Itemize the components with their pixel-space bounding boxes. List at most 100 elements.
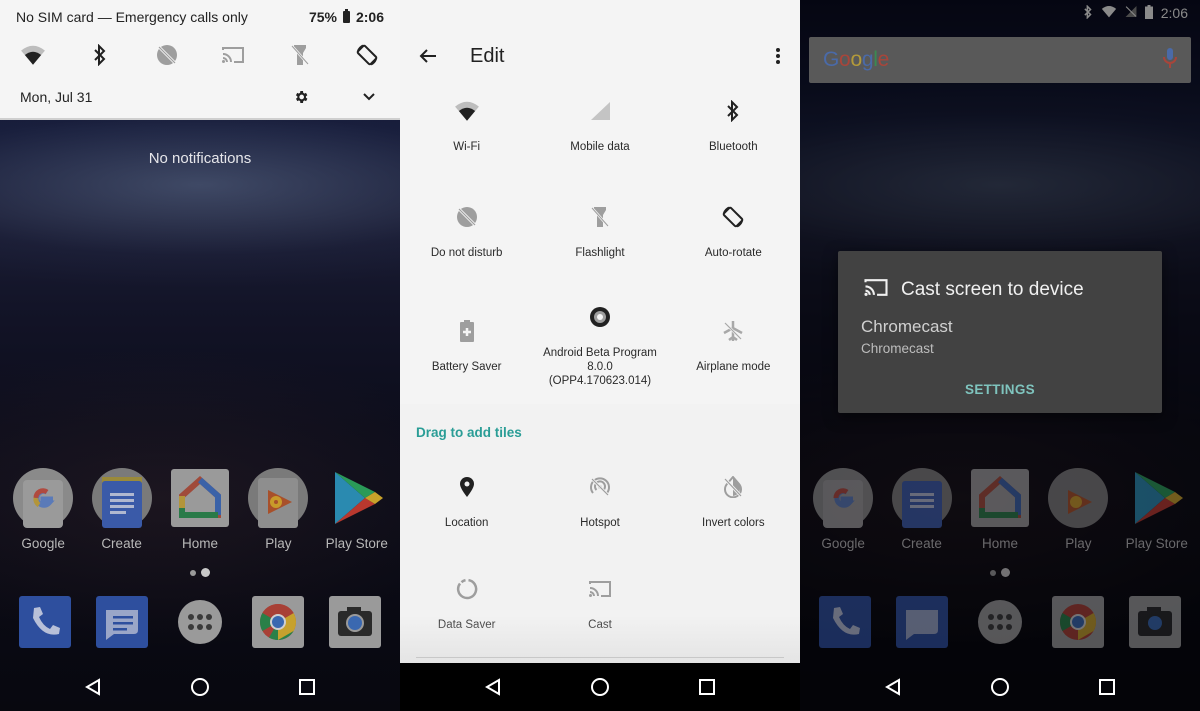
cast-icon[interactable] bbox=[218, 40, 248, 70]
device-subtitle: Chromecast bbox=[861, 341, 934, 356]
tile-hotspot[interactable]: Hotspot bbox=[533, 472, 666, 574]
navigation-bar bbox=[400, 663, 800, 711]
airplane-icon bbox=[718, 316, 748, 346]
tile-do-not-disturb[interactable]: Do not disturb bbox=[400, 202, 533, 308]
bluetooth-icon[interactable] bbox=[85, 40, 115, 70]
device-name[interactable]: Chromecast bbox=[861, 317, 953, 337]
beta-program-icon bbox=[585, 302, 615, 332]
play-folder-icon bbox=[248, 468, 309, 528]
google-logo: Google bbox=[823, 48, 889, 71]
app-play-store[interactable]: Play Store bbox=[318, 468, 396, 551]
active-tiles-grid: Wi-Fi Mobile data Bluetooth Do not distu… bbox=[400, 96, 800, 414]
wifi-icon bbox=[1101, 5, 1117, 21]
app-label: Home bbox=[181, 536, 218, 551]
dialog-header: Cast screen to device bbox=[863, 277, 1084, 303]
app-home[interactable]: Home bbox=[161, 468, 239, 551]
app-google[interactable]: Google bbox=[4, 468, 82, 551]
more-vert-icon[interactable] bbox=[758, 36, 798, 76]
page-dot-active bbox=[1001, 568, 1010, 577]
tile-location[interactable]: Location bbox=[400, 472, 533, 574]
chrome-icon bbox=[1051, 596, 1104, 648]
messages-icon[interactable] bbox=[96, 596, 149, 648]
home-nav-icon[interactable] bbox=[180, 667, 220, 707]
recents-nav-icon[interactable] bbox=[287, 667, 327, 707]
app-play[interactable]: Play bbox=[239, 468, 317, 551]
chrome-icon[interactable] bbox=[251, 596, 304, 648]
page-dot bbox=[990, 569, 996, 576]
back-nav-icon[interactable] bbox=[73, 667, 113, 707]
phone-icon[interactable] bbox=[18, 596, 71, 648]
google-search-bar[interactable]: Google bbox=[809, 37, 1191, 83]
app-label: Google bbox=[21, 536, 65, 551]
page-indicator bbox=[800, 568, 1200, 577]
signal-icon bbox=[585, 96, 615, 126]
messages-icon bbox=[896, 596, 949, 648]
location-pin-icon bbox=[452, 472, 482, 502]
app-drawer-icon[interactable] bbox=[174, 596, 226, 648]
home-nav-icon[interactable] bbox=[980, 667, 1020, 707]
gear-icon[interactable] bbox=[290, 86, 312, 108]
back-arrow-icon[interactable] bbox=[408, 36, 448, 76]
tile-wifi[interactable]: Wi-Fi bbox=[400, 96, 533, 202]
tile-label: Android Beta Program 8.0.0 (OPP4.170623.… bbox=[543, 347, 657, 387]
phone-icon bbox=[818, 596, 871, 648]
wifi-icon[interactable] bbox=[18, 40, 48, 70]
no-sim-icon bbox=[1125, 5, 1137, 21]
app-play: Play bbox=[1039, 468, 1117, 551]
navigation-bar bbox=[800, 663, 1200, 711]
clock: 2:06 bbox=[355, 9, 384, 25]
tile-mobile-data[interactable]: Mobile data bbox=[533, 96, 666, 202]
notification-shade-screen: No SIM card — Emergency calls only 75% 2… bbox=[0, 0, 400, 711]
camera-icon[interactable] bbox=[329, 596, 382, 648]
auto-rotate-icon[interactable] bbox=[352, 40, 382, 70]
back-nav-icon[interactable] bbox=[473, 667, 513, 707]
tile-label: Airplane mode bbox=[696, 361, 771, 373]
carrier-status: No SIM card — Emergency calls only bbox=[16, 9, 248, 25]
app-label: Play bbox=[1065, 536, 1092, 551]
tile-flashlight[interactable]: Flashlight bbox=[533, 202, 666, 308]
edit-tiles-screen: Edit Wi-Fi Mobile data Bluetooth Do not … bbox=[400, 0, 800, 711]
tile-airplane-mode[interactable]: Airplane mode bbox=[667, 308, 800, 414]
page-dot bbox=[190, 569, 196, 576]
google-home-icon bbox=[170, 468, 230, 528]
do-not-disturb-icon[interactable] bbox=[152, 40, 182, 70]
app-create: Create bbox=[883, 468, 961, 551]
tile-label: Invert colors bbox=[702, 517, 765, 529]
flashlight-icon[interactable] bbox=[285, 40, 315, 70]
app-label: Play Store bbox=[325, 536, 388, 551]
chevron-down-icon[interactable] bbox=[358, 86, 380, 108]
bluetooth-icon bbox=[1083, 3, 1093, 22]
play-store-icon bbox=[1127, 468, 1187, 528]
empty-notifications-text: No notifications bbox=[148, 150, 252, 167]
google-app-icon bbox=[813, 468, 874, 528]
tile-android-beta[interactable]: Android Beta Program 8.0.0 (OPP4.170623.… bbox=[533, 307, 666, 414]
back-nav-icon[interactable] bbox=[873, 667, 913, 707]
home-app-row: Google Create Home Play Play Store bbox=[800, 468, 1200, 551]
app-play-store: Play Store bbox=[1118, 468, 1196, 551]
wifi-icon bbox=[452, 96, 482, 126]
recents-nav-icon[interactable] bbox=[1087, 667, 1127, 707]
battery-icon bbox=[1144, 4, 1153, 22]
shade-footer: Mon, Jul 31 bbox=[20, 86, 380, 108]
tile-label: Flashlight bbox=[575, 247, 625, 259]
app-home: Home bbox=[961, 468, 1039, 551]
cast-dialog: Cast screen to device Chromecast Chromec… bbox=[838, 251, 1162, 413]
app-label: Home bbox=[981, 536, 1018, 551]
home-nav-icon[interactable] bbox=[580, 667, 620, 707]
flashlight-icon bbox=[585, 202, 615, 232]
tile-invert-colors[interactable]: Invert colors bbox=[667, 472, 800, 574]
app-label: Play bbox=[265, 536, 292, 551]
play-folder-icon bbox=[1048, 468, 1109, 528]
app-create[interactable]: Create bbox=[83, 468, 161, 551]
quick-settings-row bbox=[0, 40, 400, 70]
tile-auto-rotate[interactable]: Auto-rotate bbox=[667, 202, 800, 308]
microphone-icon[interactable] bbox=[1163, 47, 1177, 74]
settings-button[interactable]: SETTINGS bbox=[838, 382, 1162, 397]
app-label: Google bbox=[821, 536, 865, 551]
tile-battery-saver[interactable]: Battery Saver bbox=[400, 308, 533, 414]
recents-nav-icon[interactable] bbox=[687, 667, 727, 707]
tile-bluetooth[interactable]: Bluetooth bbox=[667, 96, 800, 202]
battery-icon bbox=[342, 9, 350, 23]
invert-colors-icon bbox=[718, 472, 748, 502]
edit-toolbar: Edit bbox=[400, 36, 800, 76]
